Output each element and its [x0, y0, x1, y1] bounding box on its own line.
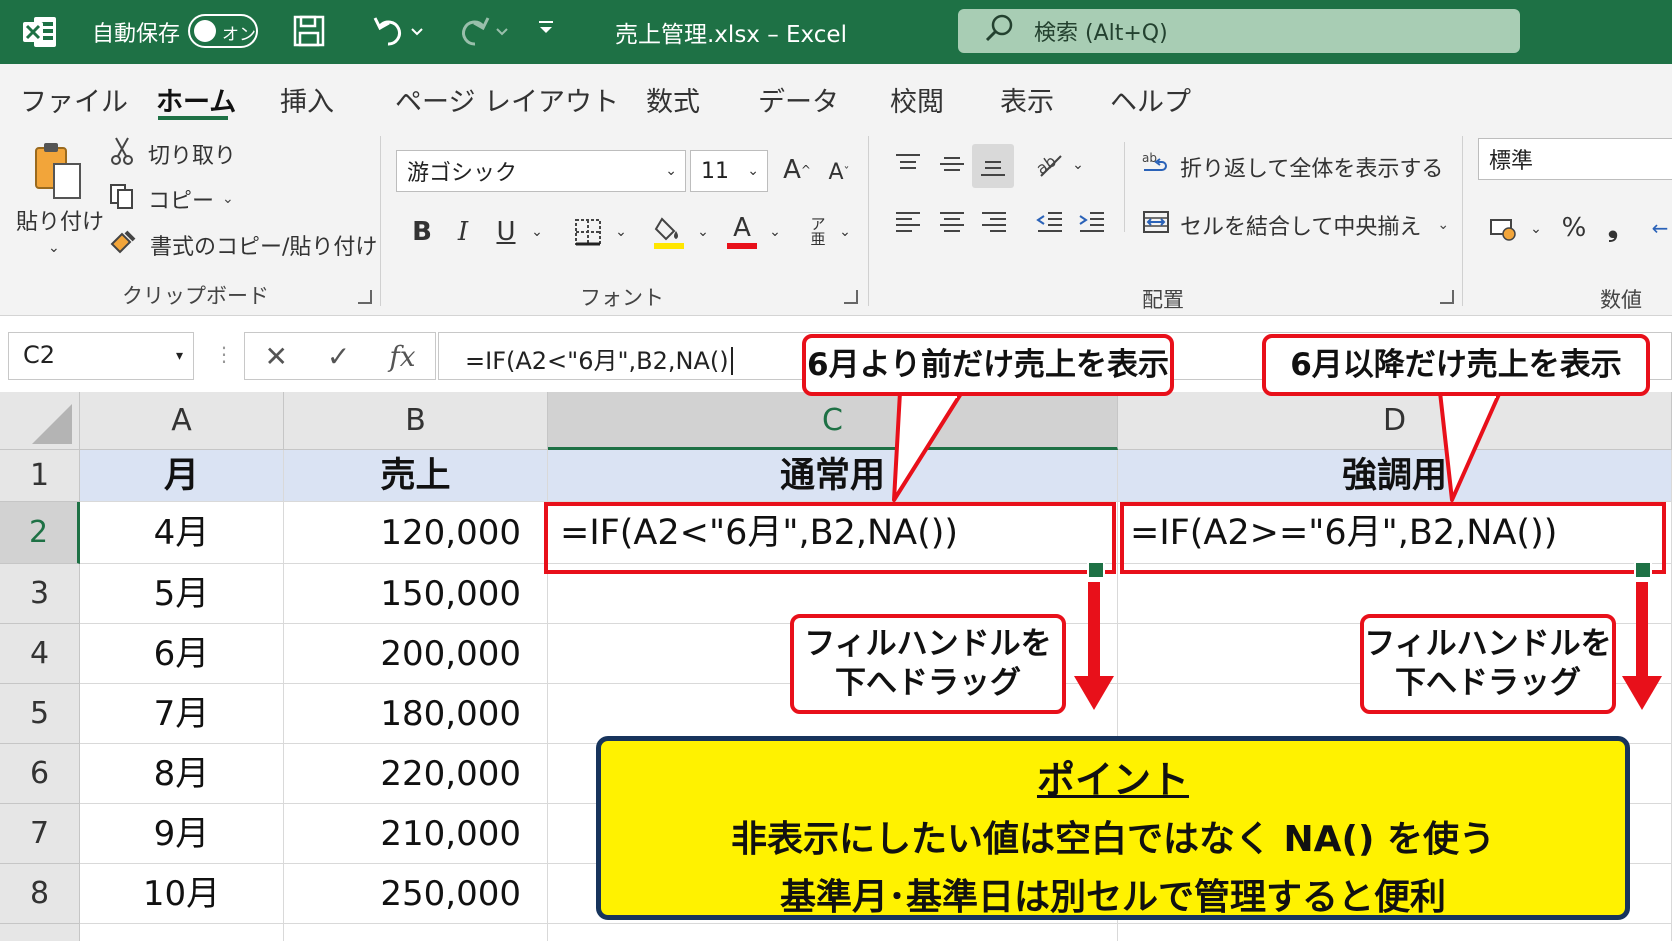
drag-hint-c-line2: 下へドラッグ	[835, 665, 1021, 701]
drag-arrow-c-down-icon	[1074, 676, 1114, 710]
drag-hint-d-line1: フィルハンドルを	[1364, 626, 1612, 663]
drag-hint-d-line2: 下へドラッグ	[1395, 665, 1581, 701]
point-box: ポイント 非表示にしたい値は空白ではなく NA() を使う 基準月･基準日は別セ…	[596, 736, 1630, 920]
drag-arrow-d-shaft	[1636, 582, 1648, 678]
drag-hint-c-line1: フィルハンドルを	[804, 626, 1052, 663]
drag-hint-c: フィルハンドルを 下へドラッグ	[790, 614, 1066, 714]
drag-hint-d: フィルハンドルを 下へドラッグ	[1360, 614, 1616, 714]
callout-before-june: 6月より前だけ売上を表示	[802, 334, 1174, 396]
callout-from-june: 6月以降だけ売上を表示	[1262, 334, 1650, 396]
point-line-2: 基準月･基準日は別セルで管理すると便利	[779, 877, 1446, 918]
drag-arrow-c-shaft	[1088, 582, 1100, 678]
point-title: ポイント	[1036, 758, 1189, 802]
point-line-1: 非表示にしたい値は空白ではなく NA() を使う	[731, 819, 1495, 860]
drag-arrow-d-down-icon	[1622, 676, 1662, 710]
